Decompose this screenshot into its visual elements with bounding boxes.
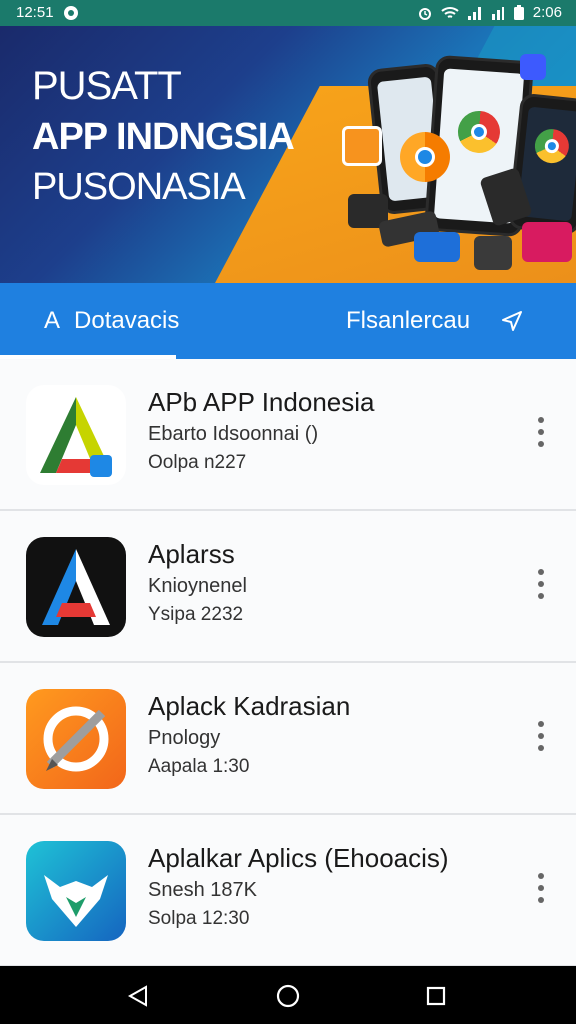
app-icon-blue-corner bbox=[520, 54, 546, 80]
more-options-icon[interactable] bbox=[530, 721, 552, 751]
hero-title-line-2: APP INDNGSIA bbox=[32, 116, 295, 158]
navigation-bar bbox=[0, 966, 576, 1024]
app-list: APb APP Indonesia Ebarto Idsoonnai () Oo… bbox=[0, 359, 576, 967]
app-title: Aplalkar Aplics (Ehooacis) bbox=[148, 843, 449, 873]
app-subtitle: Snesh 187K bbox=[148, 879, 257, 901]
app-subtitle: Ebarto Idsoonnai () bbox=[148, 423, 319, 445]
notification-icon bbox=[63, 5, 78, 20]
alarm-icon bbox=[418, 7, 431, 20]
status-time-right: 2:06 bbox=[532, 4, 562, 21]
back-icon[interactable] bbox=[126, 984, 150, 1008]
gadget-case-blue bbox=[414, 232, 460, 262]
browser-logo-icon bbox=[400, 132, 450, 182]
battery-icon bbox=[513, 4, 524, 20]
tab-left-label: Dotavacis bbox=[74, 307, 180, 334]
home-icon[interactable] bbox=[275, 983, 301, 1009]
tab-bar: A Dotavacis Flsanlercau bbox=[0, 283, 576, 359]
send-icon[interactable] bbox=[500, 309, 524, 333]
gadget-controller bbox=[474, 236, 512, 270]
app-title: Aplack Kadrasian bbox=[148, 691, 351, 721]
hero-title-line-1: PUSATT bbox=[32, 64, 182, 108]
status-bar: 12:51 2:06 bbox=[0, 0, 576, 26]
tab-left-prefix: A bbox=[44, 307, 61, 334]
app-meta: Aapala 1:30 bbox=[148, 756, 250, 777]
tab-right-label: Flsanlercau bbox=[346, 307, 471, 334]
more-options-icon[interactable] bbox=[530, 417, 552, 447]
fox-icon bbox=[26, 841, 126, 941]
app-meta: Ysipa 2232 bbox=[148, 604, 244, 625]
hero-title-line-3: PUSONASIA bbox=[32, 166, 246, 208]
app-icon-orange bbox=[342, 126, 382, 166]
tab-right[interactable]: Flsanlercau bbox=[346, 307, 470, 335]
app-meta: Solpa 12:30 bbox=[148, 908, 250, 929]
wifi-icon bbox=[441, 6, 459, 18]
tab-left[interactable]: A Dotavacis bbox=[44, 307, 179, 335]
more-options-icon[interactable] bbox=[530, 569, 552, 599]
more-options-icon[interactable] bbox=[530, 873, 552, 903]
app-title: APb APP Indonesia bbox=[148, 387, 375, 417]
app-title: Aplarss bbox=[148, 539, 235, 569]
letter-a-icon bbox=[26, 537, 126, 637]
hero-banner: PUSATT APP INDNGSIA PUSONASIA bbox=[0, 26, 576, 283]
recents-icon[interactable] bbox=[424, 984, 448, 1008]
app-subtitle: Pnology bbox=[148, 727, 221, 749]
signal-icon-2 bbox=[491, 6, 504, 20]
app-subtitle: Knioynenel bbox=[148, 575, 247, 597]
app-meta: Oolpa n227 bbox=[148, 452, 247, 473]
signal-icon bbox=[467, 6, 481, 20]
no-pen-icon bbox=[26, 689, 126, 789]
triangle-a-icon bbox=[26, 385, 126, 485]
list-item[interactable]: Aplack Kadrasian Pnology Aapala 1:30 bbox=[0, 663, 576, 815]
list-item[interactable]: Aplalkar Aplics (Ehooacis) Snesh 187K So… bbox=[0, 815, 576, 967]
status-time-left: 12:51 bbox=[16, 4, 54, 21]
list-item[interactable]: Aplarss Knioynenel Ysipa 2232 bbox=[0, 511, 576, 663]
gadget-red-device bbox=[522, 222, 572, 262]
list-item[interactable]: APb APP Indonesia Ebarto Idsoonnai () Oo… bbox=[0, 359, 576, 511]
